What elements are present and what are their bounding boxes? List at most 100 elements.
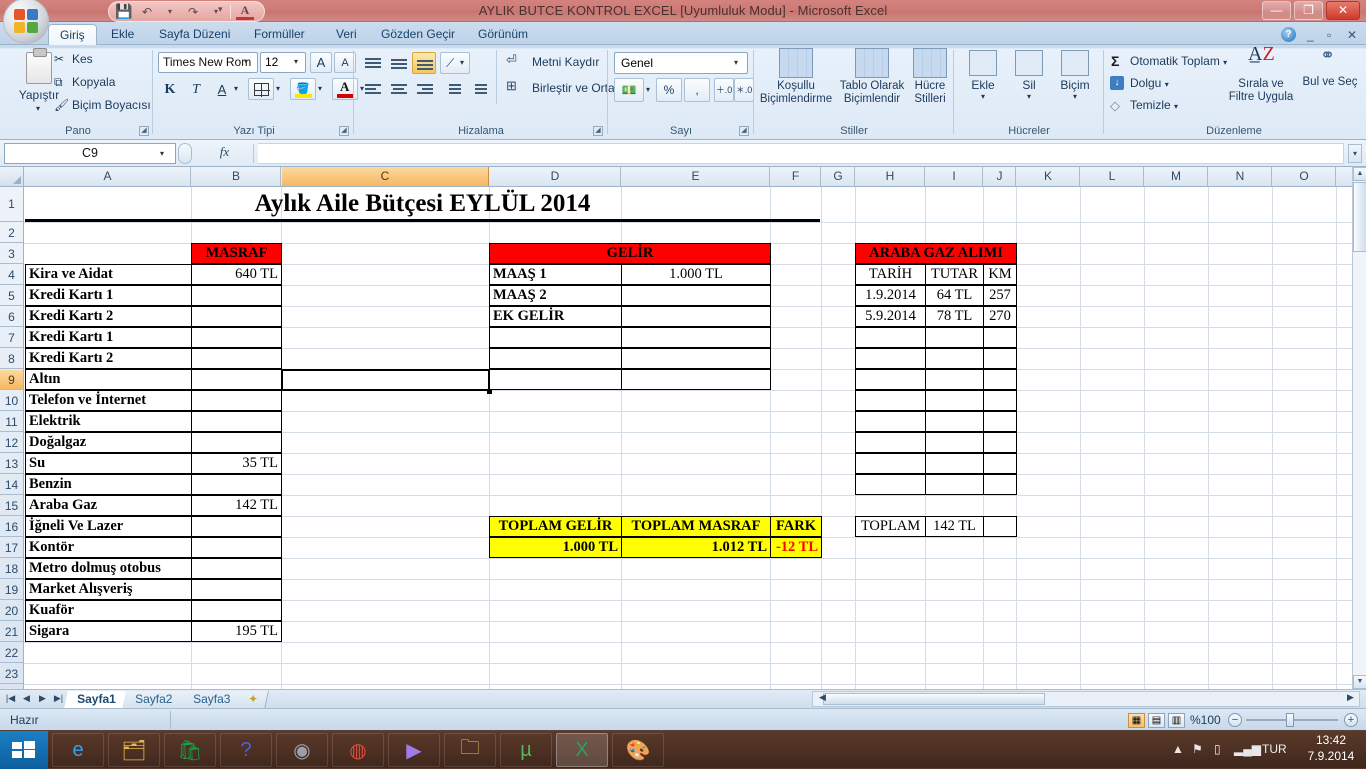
expense-name[interactable]: Kredi Kartı 2 [25, 348, 192, 369]
active-cell-selection[interactable] [281, 369, 490, 391]
currency-format-button[interactable]: 💵 [614, 78, 644, 102]
araba-km[interactable] [983, 453, 1017, 474]
fill-button[interactable]: Dolgu ▾ [1130, 76, 1169, 90]
income-amount[interactable] [621, 327, 771, 348]
sort-filter-button[interactable]: A̲Z Sırala ve Filtre Uygula [1224, 44, 1298, 104]
expense-amount[interactable] [191, 516, 282, 537]
araba-col-tarih[interactable]: TARİH [855, 264, 926, 285]
income-amount[interactable] [621, 369, 771, 390]
align-top-button[interactable] [360, 52, 384, 74]
column-header-L[interactable]: L [1081, 167, 1144, 186]
expense-name[interactable]: Altın [25, 369, 192, 390]
expense-amount[interactable] [191, 474, 282, 495]
conditional-formatting-button[interactable]: Koşullu Biçimlendirme [758, 48, 834, 106]
income-name[interactable] [489, 369, 622, 390]
araba-total-km[interactable] [983, 516, 1017, 537]
action-center-flag-icon[interactable]: ⚑ [1192, 742, 1203, 756]
column-header-F[interactable]: F [771, 167, 821, 186]
wrap-text-button[interactable]: Metni Kaydır [532, 55, 599, 69]
expense-amount[interactable] [191, 348, 282, 369]
font-dialog-launcher[interactable]: ◢ [339, 126, 349, 136]
number-format-select[interactable]: Genel [614, 52, 748, 74]
align-center-button[interactable] [386, 78, 410, 100]
italic-button[interactable]: T [184, 78, 208, 100]
row-header-20[interactable]: 20 [0, 601, 23, 621]
araba-tarih[interactable] [855, 432, 926, 453]
underline-button[interactable]: A [210, 78, 234, 100]
underline-dropdown-icon[interactable]: ▾ [234, 84, 238, 93]
sheet-tab-sayfa3[interactable]: Sayfa3 [180, 691, 245, 709]
clear-button[interactable]: Temizle ▾ [1130, 98, 1178, 112]
sheet-tab-sayfa2[interactable]: Sayfa2 [122, 691, 187, 709]
income-amount[interactable] [621, 348, 771, 369]
formula-input[interactable] [258, 143, 1344, 164]
tab-gorunum[interactable]: Görünüm [467, 24, 539, 45]
cell-area[interactable]: Aylık Aile Bütçesi EYLÜL 2014 MASRAF GEL… [24, 187, 1352, 689]
income-name[interactable]: MAAŞ 2 [489, 285, 622, 306]
scroll-down-icon[interactable]: ▼ [1353, 675, 1366, 689]
delete-dropdown-icon[interactable]: ▾ [1008, 92, 1050, 101]
taskbar-file-explorer[interactable]: 🗂 [108, 733, 160, 767]
expense-name[interactable]: Telefon ve İnternet [25, 390, 192, 411]
expense-amount[interactable] [191, 579, 282, 600]
row-header-7[interactable]: 7 [0, 328, 23, 348]
view-page-break-button[interactable]: ▥ [1168, 713, 1185, 728]
row-header-13[interactable]: 13 [0, 454, 23, 474]
horizontal-scrollbar[interactable] [812, 691, 1360, 707]
clock-date[interactable]: 7.9.2014 [1300, 749, 1362, 763]
clock-time[interactable]: 13:42 [1300, 733, 1362, 747]
column-header-J[interactable]: J [984, 167, 1016, 186]
show-hidden-icons[interactable]: ▲ [1172, 742, 1184, 756]
fark-value[interactable]: -12 TL [770, 537, 822, 558]
qat-more-icon[interactable]: ▾ [218, 4, 223, 15]
expense-name[interactable]: Elektrik [25, 411, 192, 432]
araba-tutar[interactable] [925, 348, 984, 369]
row-header-14[interactable]: 14 [0, 475, 23, 495]
undo-dropdown-icon[interactable]: ▾ [161, 3, 179, 20]
sheet-title[interactable]: Aylık Aile Bütçesi EYLÜL 2014 [25, 188, 820, 222]
format-painter-button[interactable]: 🖌 Biçim Boyacısı [54, 98, 151, 112]
tab-formuller[interactable]: Formüller [243, 24, 316, 45]
row-header-1[interactable]: 1 [0, 187, 23, 222]
row-header-18[interactable]: 18 [0, 559, 23, 579]
alignment-dialog-launcher[interactable]: ◢ [593, 126, 603, 136]
taskbar-media-app[interactable]: ▶ [388, 733, 440, 767]
ribbon-close-icon[interactable]: ✕ [1347, 28, 1357, 42]
araba-tarih[interactable] [855, 453, 926, 474]
row-header-22[interactable]: 22 [0, 643, 23, 663]
expense-name[interactable]: Kuaför [25, 600, 192, 621]
paste-dropdown-icon[interactable]: ▾ [36, 104, 40, 113]
expense-name[interactable]: Kira ve Aidat [25, 264, 192, 285]
row-header-16[interactable]: 16 [0, 517, 23, 537]
ribbon-minimize-icon[interactable]: _ [1307, 28, 1314, 42]
expense-amount[interactable] [191, 600, 282, 621]
araba-km[interactable] [983, 369, 1017, 390]
column-header-G[interactable]: G [822, 167, 855, 186]
taskbar-paint-app[interactable]: 🎨 [612, 733, 664, 767]
araba-tarih[interactable] [855, 327, 926, 348]
decrease-decimal-button[interactable]: ＊.0 [734, 78, 754, 102]
expense-amount[interactable] [191, 369, 282, 390]
orientation-dropdown-icon[interactable]: ▾ [460, 58, 464, 67]
expense-amount[interactable] [191, 537, 282, 558]
column-header-M[interactable]: M [1145, 167, 1208, 186]
expense-name[interactable]: Sigara [25, 621, 192, 642]
income-name[interactable]: EK GELİR [489, 306, 622, 327]
horizontal-scroll-thumb[interactable] [823, 693, 1045, 705]
araba-tarih[interactable]: 1.9.2014 [855, 285, 926, 306]
araba-tutar[interactable]: 78 TL [925, 306, 984, 327]
find-select-button[interactable]: ⚭ Bul ve Seç [1302, 46, 1358, 89]
column-header-A[interactable]: A [25, 167, 191, 186]
araba-tarih[interactable]: 5.9.2014 [855, 306, 926, 327]
row-header-3[interactable]: 3 [0, 244, 23, 264]
delete-cells-button[interactable]: Sil ▾ [1008, 50, 1050, 101]
income-amount[interactable] [621, 285, 771, 306]
row-header-15[interactable]: 15 [0, 496, 23, 516]
expense-amount[interactable]: 640 TL [191, 264, 282, 285]
row-header-17[interactable]: 17 [0, 538, 23, 558]
column-header-B[interactable]: B [192, 167, 281, 186]
araba-total-value[interactable]: 142 TL [925, 516, 984, 537]
fill-dropdown-icon[interactable]: ▾ [1165, 80, 1169, 89]
number-format-dropdown-icon[interactable]: ▾ [734, 58, 738, 67]
borders-dropdown-icon[interactable]: ▾ [276, 84, 280, 93]
